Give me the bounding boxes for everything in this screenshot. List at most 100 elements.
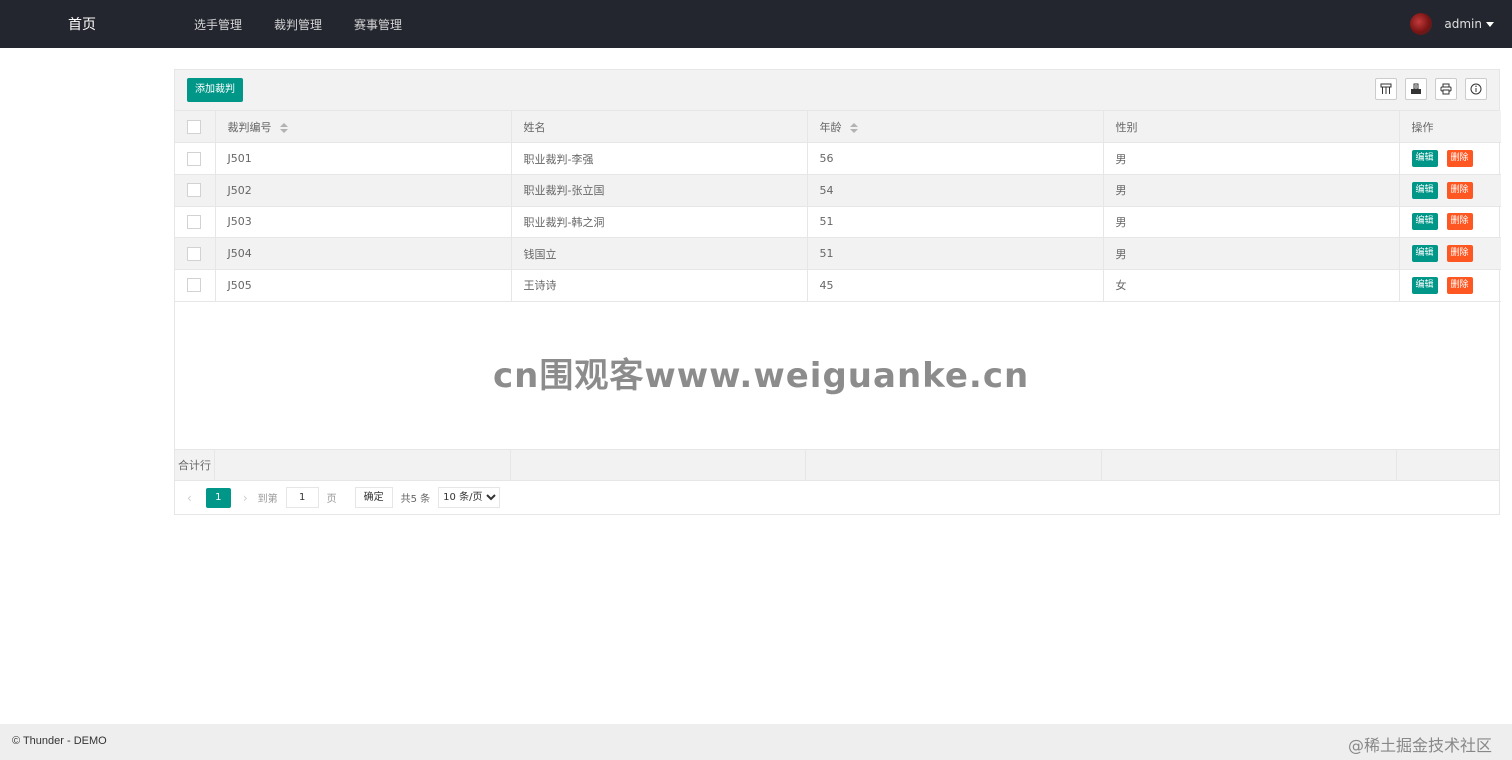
cell-name: 职业裁判-李强 — [511, 142, 808, 175]
col-header-sex: 性别 — [1103, 111, 1400, 144]
edit-button[interactable]: 编辑 — [1411, 181, 1438, 199]
watermark-text: cn围观客www.weiguanke.cn — [493, 355, 1030, 396]
cell-id: J501 — [215, 142, 512, 175]
total-cell — [511, 449, 807, 481]
row-select-cell — [175, 142, 216, 175]
nav-item-events[interactable]: 赛事管理 — [338, 16, 418, 33]
edit-button[interactable]: 编辑 — [1411, 276, 1438, 294]
cell-name: 钱国立 — [511, 237, 808, 270]
cell-age: 56 — [807, 142, 1104, 175]
next-page-icon[interactable]: › — [243, 491, 248, 505]
table-row: J504 钱国立 51 男 编辑 删除 — [175, 237, 1501, 270]
avatar — [1410, 13, 1433, 35]
table-row: J502 职业裁判-张立国 54 男 编辑 删除 — [175, 174, 1501, 207]
user-menu[interactable]: admin — [1410, 0, 1494, 48]
row-checkbox[interactable] — [187, 214, 201, 229]
cell-age: 54 — [807, 174, 1104, 207]
cell-actions: 编辑 删除 — [1399, 142, 1501, 175]
columns-icon[interactable] — [1375, 78, 1397, 100]
cell-actions: 编辑 删除 — [1399, 269, 1501, 302]
edit-button[interactable]: 编辑 — [1411, 213, 1438, 231]
col-header-age[interactable]: 年龄 — [807, 111, 1104, 144]
cell-id: J503 — [215, 206, 512, 239]
add-referee-button[interactable]: 添加裁判 — [187, 78, 243, 102]
cell-sex: 男 — [1103, 206, 1400, 239]
table-empty-area: cn围观客www.weiguanke.cn — [175, 302, 1499, 450]
col-header-actions: 操作 — [1399, 111, 1501, 144]
cell-name: 职业裁判-韩之洞 — [511, 206, 808, 239]
nav-item-referees[interactable]: 裁判管理 — [258, 16, 338, 33]
table-row: J505 王诗诗 45 女 编辑 删除 — [175, 269, 1501, 302]
total-row: 合计行 — [175, 449, 1499, 481]
total-cell — [806, 449, 1102, 481]
select-all-checkbox[interactable] — [187, 119, 201, 134]
delete-button[interactable]: 删除 — [1446, 181, 1473, 199]
row-checkbox[interactable] — [187, 151, 201, 166]
header-select-cell — [175, 111, 216, 144]
row-select-cell — [175, 206, 216, 239]
toolbar-icons — [1367, 78, 1487, 100]
cell-age: 51 — [807, 237, 1104, 270]
total-count: 共5 条 — [400, 494, 431, 506]
total-cell — [1102, 449, 1398, 481]
page-size-select[interactable]: 10 条/页 — [438, 487, 501, 509]
referee-table: 裁判编号 姓名 年龄 性别 操作 J501 职业裁判-李强 56 男 编辑 删除 … — [175, 111, 1501, 302]
page-number-input[interactable] — [285, 487, 319, 509]
cell-sex: 男 — [1103, 237, 1400, 270]
sort-icon[interactable] — [279, 122, 288, 133]
cell-name: 职业裁判-张立国 — [511, 174, 808, 207]
delete-button[interactable]: 删除 — [1446, 245, 1473, 263]
home-logo-link[interactable]: 首页 — [68, 14, 96, 34]
username: admin — [1444, 17, 1482, 31]
cell-name: 王诗诗 — [511, 269, 808, 302]
footer: © Thunder - DEMO @稀土掘金技术社区 — [0, 724, 1512, 760]
cell-id: J505 — [215, 269, 512, 302]
edit-button[interactable]: 编辑 — [1411, 150, 1438, 168]
confirm-page-button[interactable]: 确定 — [354, 487, 393, 509]
col-header-id[interactable]: 裁判编号 — [215, 111, 512, 144]
print-icon[interactable] — [1435, 78, 1457, 100]
table-header-row: 裁判编号 姓名 年龄 性别 操作 — [175, 111, 1501, 144]
cell-actions: 编辑 删除 — [1399, 237, 1501, 270]
pagination: ‹ 1 › 到第 页 确定 共5 条 10 条/页 — [175, 481, 1499, 515]
sort-icon[interactable] — [849, 122, 858, 133]
export-icon[interactable] — [1405, 78, 1427, 100]
delete-button[interactable]: 删除 — [1446, 276, 1473, 294]
row-select-cell — [175, 237, 216, 270]
table-row: J501 职业裁判-李强 56 男 编辑 删除 — [175, 142, 1501, 175]
nav-item-players[interactable]: 选手管理 — [178, 16, 258, 33]
cell-actions: 编辑 删除 — [1399, 174, 1501, 207]
goto-label: 到第 — [257, 494, 278, 506]
table-row: J503 职业裁判-韩之洞 51 男 编辑 删除 — [175, 206, 1501, 239]
current-page[interactable]: 1 — [205, 487, 231, 508]
edit-button[interactable]: 编辑 — [1411, 245, 1438, 263]
cell-age: 51 — [807, 206, 1104, 239]
cell-sex: 男 — [1103, 142, 1400, 175]
row-checkbox[interactable] — [187, 278, 201, 293]
total-row-label: 合计行 — [175, 449, 215, 481]
cell-actions: 编辑 删除 — [1399, 206, 1501, 239]
row-checkbox[interactable] — [187, 246, 201, 261]
prev-page-icon[interactable]: ‹ — [187, 491, 192, 505]
cell-id: J502 — [215, 174, 512, 207]
col-header-name: 姓名 — [511, 111, 808, 144]
page-unit-label: 页 — [326, 494, 337, 506]
total-cell — [215, 449, 511, 481]
cell-id: J504 — [215, 237, 512, 270]
info-icon[interactable] — [1465, 78, 1487, 100]
top-nav: 选手管理 裁判管理 赛事管理 — [178, 0, 418, 48]
total-cell — [1397, 450, 1499, 481]
row-select-cell — [175, 174, 216, 207]
row-select-cell — [175, 269, 216, 302]
row-checkbox[interactable] — [187, 183, 201, 198]
table-toolbar: 添加裁判 — [175, 70, 1499, 111]
caret-down-icon — [1486, 21, 1494, 27]
delete-button[interactable]: 删除 — [1446, 213, 1473, 231]
copyright-text: © Thunder - DEMO — [12, 735, 107, 747]
delete-button[interactable]: 删除 — [1446, 150, 1473, 168]
cell-sex: 女 — [1103, 269, 1400, 302]
top-header: 首页 选手管理 裁判管理 赛事管理 admin — [0, 0, 1512, 48]
cell-age: 45 — [807, 269, 1104, 302]
cell-sex: 男 — [1103, 174, 1400, 207]
referee-table-panel: 添加裁判 裁判编号 姓名 年龄 性别 操作 J501 职业裁判-李强 56 男 … — [174, 69, 1501, 515]
